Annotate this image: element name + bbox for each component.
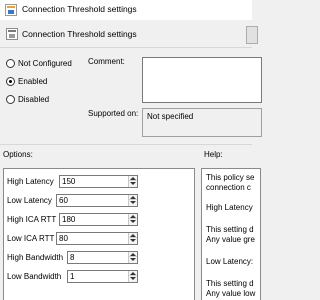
radio-enabled[interactable]: Enabled <box>6 77 47 89</box>
title-bar: Connection Threshold settings <box>0 0 252 20</box>
radio-not-configured-label: Not Configured <box>18 59 72 69</box>
help-panel: This policy se connection c High Latency… <box>201 168 261 300</box>
help-text-line: This setting d <box>206 225 254 234</box>
low-ica-rtt-label: Low ICA RTT <box>7 234 55 243</box>
spin-buttons <box>128 176 137 187</box>
policy-title: Connection Threshold settings <box>22 29 137 39</box>
radio-selected-icon <box>6 77 15 87</box>
radio-not-configured[interactable]: Not Configured <box>6 59 72 71</box>
high-latency-label: High Latency <box>7 177 54 186</box>
spin-down-icon[interactable] <box>129 200 137 205</box>
spin-buttons <box>128 214 137 225</box>
policy-header-icon <box>6 28 18 40</box>
spin-down-icon[interactable] <box>129 276 137 281</box>
low-ica-rtt-value: 80 <box>59 234 68 243</box>
help-text-line: High Latency <box>206 203 253 212</box>
previous-setting-button[interactable] <box>246 26 258 44</box>
high-bandwidth-label: High Bandwidth <box>7 253 64 262</box>
header-divider <box>0 47 252 48</box>
spin-down-icon[interactable] <box>129 219 137 224</box>
spin-down-icon[interactable] <box>129 257 137 262</box>
supported-on-value: Not specified <box>147 112 194 121</box>
spin-buttons <box>128 252 137 263</box>
comment-label: Comment: <box>88 57 125 66</box>
high-latency-stepper[interactable]: 150 <box>59 175 138 188</box>
help-text-line: This setting d <box>206 279 254 288</box>
low-bandwidth-label: Low Bandwidth <box>7 272 62 281</box>
low-latency-label: Low Latency <box>7 196 52 205</box>
help-text-line: Any value low <box>206 289 256 298</box>
high-ica-rtt-stepper[interactable]: 180 <box>59 213 138 226</box>
spin-buttons <box>128 233 137 244</box>
low-latency-stepper[interactable]: 60 <box>56 194 138 207</box>
high-ica-rtt-value: 180 <box>62 215 76 224</box>
spin-down-icon[interactable] <box>129 181 137 186</box>
radio-circle-icon <box>6 95 15 105</box>
low-bandwidth-value: 1 <box>70 272 75 281</box>
radio-enabled-label: Enabled <box>18 77 48 87</box>
spin-down-icon[interactable] <box>129 238 137 243</box>
high-bandwidth-stepper[interactable]: 8 <box>67 251 138 264</box>
comment-field[interactable] <box>142 57 262 103</box>
high-latency-value: 150 <box>62 177 76 186</box>
spin-buttons <box>128 271 137 282</box>
help-text-line: Any value gre <box>206 235 255 244</box>
radio-disabled[interactable]: Disabled <box>6 95 49 107</box>
help-text-line: This policy se <box>206 173 255 182</box>
options-panel: High Latency 150 Low Latency 60 High ICA… <box>3 168 195 300</box>
policy-settings-icon <box>5 4 17 16</box>
section-divider <box>0 144 252 145</box>
high-ica-rtt-label: High ICA RTT <box>7 215 57 224</box>
spin-buttons <box>128 195 137 206</box>
low-bandwidth-stepper[interactable]: 1 <box>67 270 138 283</box>
options-heading: Options: <box>3 150 33 159</box>
help-text-line: Low Latency: <box>206 257 254 266</box>
radio-disabled-label: Disabled <box>18 95 50 105</box>
low-latency-value: 60 <box>59 196 68 205</box>
radio-circle-icon <box>6 59 15 69</box>
help-heading: Help: <box>204 150 223 159</box>
help-text-line: connection c <box>206 183 251 192</box>
high-bandwidth-value: 8 <box>70 253 75 262</box>
window-title: Connection Threshold settings <box>22 4 137 14</box>
supported-on-label: Supported on: <box>88 109 139 118</box>
low-ica-rtt-stepper[interactable]: 80 <box>56 232 138 245</box>
